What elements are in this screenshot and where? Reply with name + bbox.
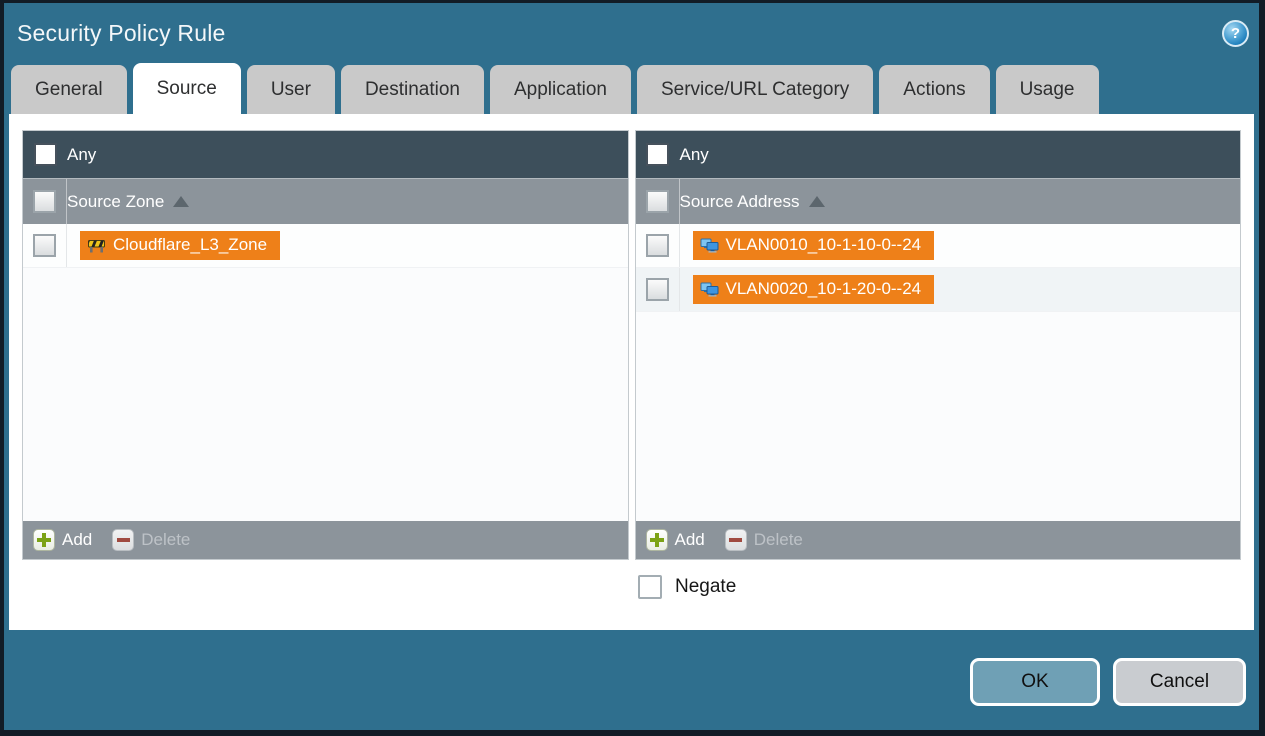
negate-row: Negate xyxy=(638,575,1241,599)
security-policy-rule-dialog: Security Policy Rule ? General Source Us… xyxy=(4,3,1259,730)
dialog-title: Security Policy Rule xyxy=(17,19,226,46)
source-zone-column-header[interactable]: Source Zone xyxy=(23,178,628,224)
tab-usage[interactable]: Usage xyxy=(995,65,1099,114)
zone-icon xyxy=(87,238,106,253)
source-address-row-label: VLAN0020_10-1-20-0--24 xyxy=(725,279,922,298)
source-address-row-checkbox[interactable] xyxy=(645,234,669,257)
delete-minus-icon xyxy=(112,529,135,551)
source-zone-any-label: Any xyxy=(67,144,97,164)
source-zone-column-label: Source Zone xyxy=(67,191,165,211)
source-address-any-row: Any xyxy=(635,131,1240,178)
tab-source[interactable]: Source xyxy=(132,63,241,114)
source-address-delete-button[interactable]: Delete xyxy=(724,529,803,551)
source-address-toolbar: Add Delete xyxy=(635,521,1240,559)
ok-button[interactable]: OK xyxy=(970,658,1100,706)
source-zone-row: Cloudflare_L3_Zone xyxy=(23,224,628,268)
tab-destination[interactable]: Destination xyxy=(340,65,484,114)
delete-button-label: Delete xyxy=(753,530,803,549)
source-zone-row-checkbox[interactable] xyxy=(33,234,56,257)
source-zone-row-label: Cloudflare_L3_Zone xyxy=(113,235,268,254)
tab-general[interactable]: General xyxy=(11,65,127,114)
source-address-column-header[interactable]: Source Address xyxy=(635,178,1240,224)
add-button-label: Add xyxy=(674,530,705,549)
delete-minus-icon xyxy=(724,529,747,551)
tab-actions[interactable]: Actions xyxy=(879,65,990,114)
source-zone-select-all-checkbox[interactable] xyxy=(33,190,56,213)
screen: Security Policy Rule ? General Source Us… xyxy=(0,0,1265,736)
sort-ascending-icon xyxy=(173,196,190,207)
add-button-label: Add xyxy=(62,530,93,549)
source-address-row-checkbox[interactable] xyxy=(645,278,669,301)
source-address-row: VLAN0010_10-1-10-0--24 xyxy=(635,224,1240,268)
help-icon[interactable]: ? xyxy=(1222,19,1249,47)
address-icon xyxy=(700,238,719,253)
address-icon xyxy=(700,282,719,297)
source-address-select-all-checkbox[interactable] xyxy=(645,190,669,213)
source-zone-any-checkbox[interactable] xyxy=(33,143,57,166)
tab-bar: General Source User Destination Applicat… xyxy=(4,63,1259,114)
source-zone-delete-button[interactable]: Delete xyxy=(112,529,190,551)
source-address-row-label: VLAN0010_10-1-10-0--24 xyxy=(725,235,922,254)
source-address-any-checkbox[interactable] xyxy=(646,143,669,166)
add-plus-icon xyxy=(645,529,668,551)
source-address-chip[interactable]: VLAN0020_10-1-20-0--24 xyxy=(692,275,935,304)
tab-service-url-category[interactable]: Service/URL Category xyxy=(636,65,874,114)
sort-ascending-icon xyxy=(808,196,825,207)
delete-button-label: Delete xyxy=(141,530,191,549)
source-address-chip[interactable]: VLAN0010_10-1-10-0--24 xyxy=(692,231,935,260)
tab-user[interactable]: User xyxy=(246,65,335,114)
source-zone-any-row: Any xyxy=(23,131,628,178)
source-address-list: VLAN0010_10-1-10-0--24 VLAN0020_10-1-20-… xyxy=(635,224,1240,521)
source-address-panel: Any Source Address VLAN0010_10-1-10-0--2… xyxy=(634,130,1241,560)
source-address-add-button[interactable]: Add xyxy=(645,529,705,551)
cancel-button[interactable]: Cancel xyxy=(1113,658,1246,706)
negate-checkbox[interactable] xyxy=(638,575,662,599)
dialog-footer: OK Cancel xyxy=(4,630,1259,730)
tab-application[interactable]: Application xyxy=(490,65,631,114)
source-address-any-label: Any xyxy=(679,144,709,164)
source-zone-list: Cloudflare_L3_Zone xyxy=(23,224,628,521)
source-address-column-label: Source Address xyxy=(679,191,800,211)
source-zone-chip[interactable]: Cloudflare_L3_Zone xyxy=(80,231,281,260)
dialog-titlebar: Security Policy Rule ? xyxy=(4,3,1259,63)
source-zone-panel: Any Source Zone Cloudflare_L3_Zone Add D… xyxy=(22,130,629,560)
source-address-row: VLAN0020_10-1-20-0--24 xyxy=(635,268,1240,312)
source-zone-add-button[interactable]: Add xyxy=(33,529,92,551)
source-zone-toolbar: Add Delete xyxy=(23,521,628,559)
tab-content-source: Any Source Zone Cloudflare_L3_Zone Add D… xyxy=(9,114,1254,630)
negate-label: Negate xyxy=(675,576,737,597)
add-plus-icon xyxy=(33,529,55,551)
